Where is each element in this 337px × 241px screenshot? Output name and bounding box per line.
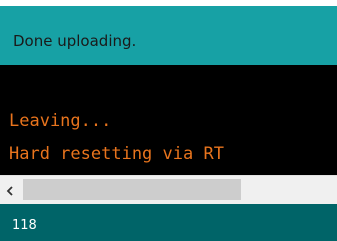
chevron-left-icon [5, 181, 15, 200]
console-output[interactable]: Leaving... Hard resetting via RT [0, 65, 337, 175]
console-line: Leaving... [9, 111, 112, 131]
console-line: Hard resetting via RT [9, 144, 224, 164]
status-message: Done uploading. [13, 32, 137, 50]
footer-bar: 118 [0, 204, 337, 241]
scroll-left-button[interactable] [0, 176, 20, 204]
horizontal-scrollbar[interactable] [0, 175, 337, 204]
scrollbar-thumb[interactable] [23, 179, 241, 200]
status-bar: Done uploading. [0, 0, 337, 65]
line-number: 118 [12, 218, 37, 233]
